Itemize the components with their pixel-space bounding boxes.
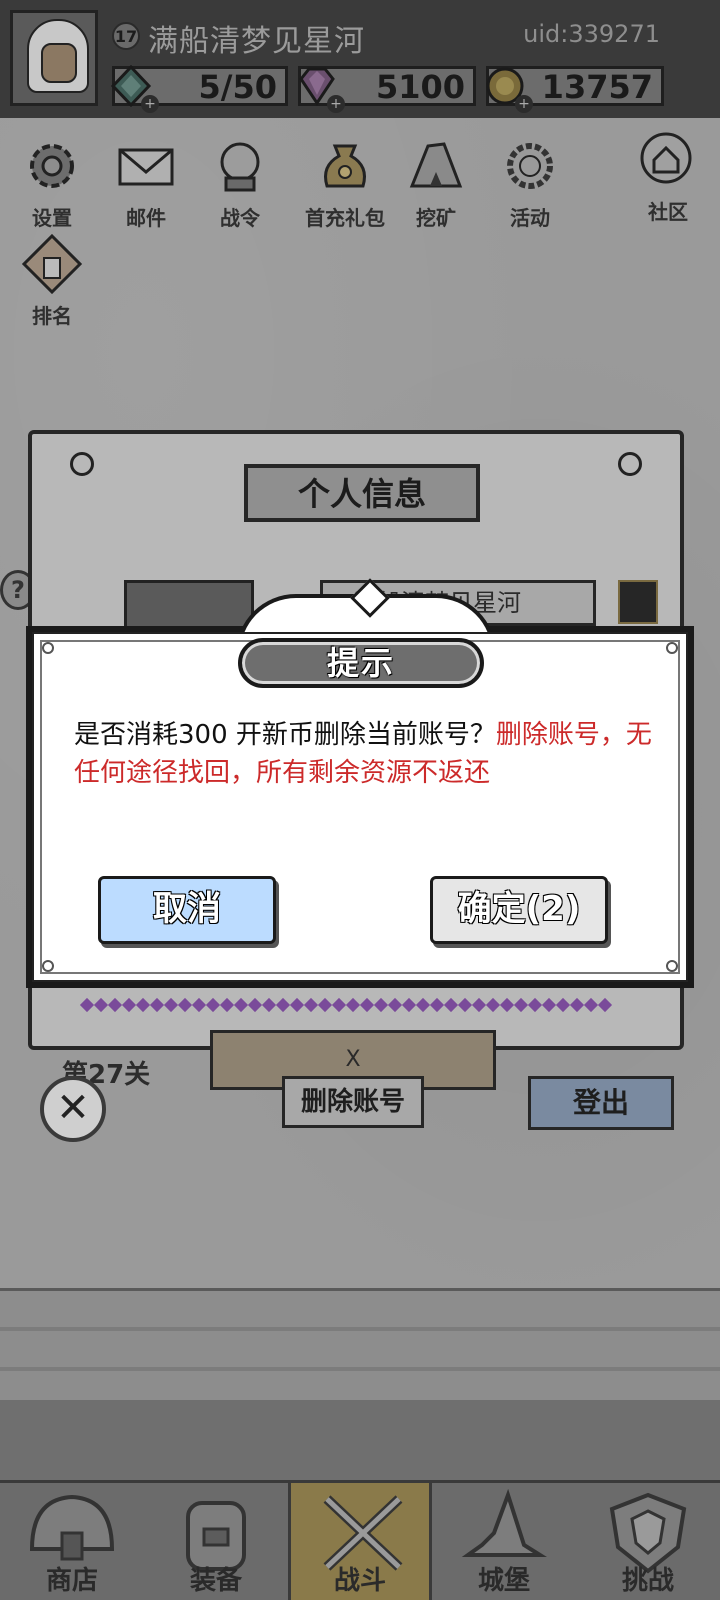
gold-resource[interactable]: 13757 + [486,66,664,113]
tab-challenge-label: 挑战 [621,1566,674,1596]
player-uid: uid:339271 [523,20,660,48]
ranking-menu[interactable]: 排名 [12,233,92,334]
energy-value: 5/50 [198,68,277,106]
background-floor [0,1288,720,1403]
community-label: 社区 [648,200,688,224]
tab-equipment[interactable]: 装备 [144,1483,288,1600]
close-panel-button[interactable]: ✕ [40,1076,106,1142]
gem-progress-row [79,997,672,1013]
gear-icon [30,144,74,188]
dialog-message-normal: 是否消耗300 开新币删除当前账号？ [74,720,496,750]
ranking-podium-icon [21,233,83,295]
tab-battle[interactable]: 战斗 [288,1483,432,1600]
money-bag-icon [324,144,366,188]
dialog-title: 提示 [238,638,484,688]
player-level-badge: 17 [112,22,140,50]
mail-menu[interactable]: 邮件 [106,136,186,236]
tab-battle-label: 战斗 [333,1566,386,1596]
diamond-value: 5100 [375,68,465,106]
cancel-button[interactable]: 取消 [98,876,276,944]
community-menu[interactable]: 社区 [628,130,708,230]
dialog-message: 是否消耗300 开新币删除当前账号？删除账号，无任何途径找回，所有剩余资源不返还 [74,716,654,792]
laurel-wreath-icon [507,143,553,189]
tab-challenge[interactable]: 挑战 [576,1483,720,1600]
energy-resource[interactable]: 5/50 + [110,65,288,113]
pin-left-icon [70,452,94,476]
mail-label: 邮件 [126,206,166,230]
first-recharge-menu[interactable]: 首充礼包 [298,136,392,236]
corner-ornament [666,642,678,654]
delete-account-button[interactable]: 删除账号 [282,1076,424,1128]
dialog-body: 提示 是否消耗300 开新币删除当前账号？删除账号，无任何途径找回，所有剩余资源… [32,632,688,982]
confirm-button[interactable]: 确定(2) [430,876,608,944]
corner-ornament [42,642,54,654]
battle-pass-label: 战令 [220,206,260,230]
gold-value: 13757 [541,68,653,106]
confirm-dialog: 提示 是否消耗300 开新币删除当前账号？删除账号，无任何途径找回，所有剩余资源… [26,578,694,988]
home-bubble-icon [640,132,692,184]
diamond-add-icon[interactable]: + [327,95,345,113]
tab-castle[interactable]: 城堡 [432,1483,576,1600]
corner-ornament [666,960,678,972]
mining-label: 挖矿 [416,206,456,230]
gold-add-icon[interactable]: + [515,95,533,113]
settings-menu[interactable]: 设置 [12,136,92,236]
tab-castle-label: 城堡 [477,1566,530,1596]
first-recharge-label: 首充礼包 [305,206,385,230]
events-label: 活动 [510,206,550,230]
player-avatar[interactable] [10,10,98,106]
tab-shop[interactable]: 商店 [0,1483,144,1600]
mining-menu[interactable]: 挖矿 [396,136,476,236]
crystal-ball-icon [220,142,260,192]
top-header: 17 满船清梦见星河 uid:339271 5/50 + 5100 + 1375 [0,0,720,118]
game-screen: 17 满船清梦见星河 uid:339271 5/50 + 5100 + 1375 [0,0,720,1600]
player-name: 满船清梦见星河 [148,24,365,59]
background-lower-floor [0,1400,720,1480]
bottom-nav: 商店 装备 战斗 城堡 挑战 [0,1480,720,1600]
avatar-face [41,43,77,83]
personal-info-title: 个人信息 [244,464,480,522]
battle-pass-menu[interactable]: 战令 [200,136,280,236]
diamond-resource[interactable]: 5100 + [298,66,476,113]
pin-right-icon [618,452,642,476]
settings-label: 设置 [32,206,72,230]
events-menu[interactable]: 活动 [490,136,570,236]
corner-ornament [42,960,54,972]
ranking-label: 排名 [32,304,72,328]
mine-cave-icon [409,142,463,188]
tab-shop-label: 商店 [45,1566,98,1596]
edit-name-pencil-icon[interactable] [618,580,658,624]
envelope-icon [118,148,174,186]
logout-button[interactable]: 登出 [528,1076,674,1130]
tab-equipment-label: 装备 [189,1566,242,1596]
energy-add-icon[interactable]: + [141,95,159,113]
